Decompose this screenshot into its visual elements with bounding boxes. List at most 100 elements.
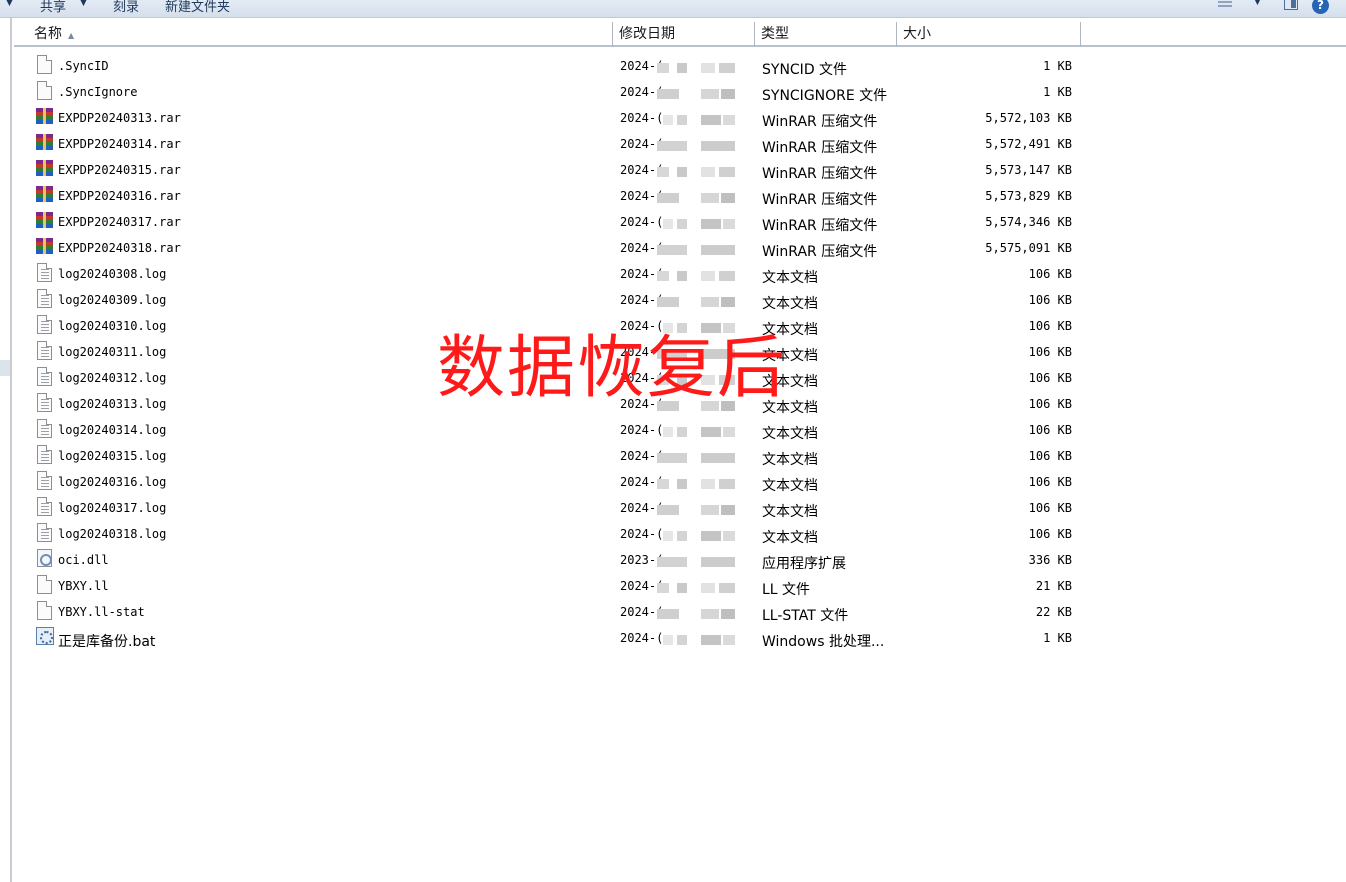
file-type: WinRAR 压缩文件 [762, 114, 878, 130]
file-row[interactable]: log20240308.log 2024-(文本文档 106 KB [0, 263, 1346, 289]
redacted-date-pixels [657, 269, 739, 283]
sort-ascending-icon: ▲ [68, 31, 75, 40]
redacted-date-pixels [657, 243, 739, 257]
new-folder-button[interactable]: 新建文件夹 [165, 0, 230, 15]
file-row[interactable]: EXPDP20240314.rar 2024-(WinRAR 压缩文件 5,572,… [0, 133, 1346, 159]
text-file-icon [36, 419, 54, 441]
redacted-date-pixels [657, 217, 739, 231]
file-name: log20240310.log [58, 319, 167, 333]
file-name: EXPDP20240313.rar [58, 111, 181, 125]
file-size: 1 KB [1043, 59, 1072, 73]
file-row[interactable]: 正是库备份.bat 2024-(Windows 批处理... 1 KB [0, 627, 1346, 653]
redacted-date-pixels [657, 451, 739, 465]
file-row[interactable]: .SyncID 2024-(SYNCID 文件 1 KB [0, 55, 1346, 81]
file-size: 5,573,829 KB [985, 189, 1072, 203]
file-size: 106 KB [1028, 397, 1072, 411]
file-size: 106 KB [1028, 345, 1072, 359]
file-size: 106 KB [1028, 527, 1072, 541]
file-type: 文本文档 [762, 504, 818, 520]
file-size: 106 KB [1028, 267, 1072, 281]
file-row[interactable]: log20240316.log 2024-(文本文档 106 KB [0, 471, 1346, 497]
file-name: log20240311.log [58, 345, 167, 359]
file-size: 5,572,103 KB [985, 111, 1072, 125]
redacted-date-pixels [657, 503, 739, 517]
redacted-date-pixels [657, 87, 739, 101]
redacted-date-pixels [657, 529, 739, 543]
file-name: log20240317.log [58, 501, 167, 515]
winrar-icon [36, 133, 54, 155]
file-size: 106 KB [1028, 319, 1072, 333]
file-size: 1 KB [1043, 85, 1072, 99]
redacted-date-pixels [657, 165, 739, 179]
winrar-icon [36, 185, 54, 207]
column-size[interactable]: 大小 [896, 22, 1080, 47]
file-name: log20240316.log [58, 475, 167, 489]
file-type: 文本文档 [762, 452, 818, 468]
file-row[interactable]: .SyncIgnore 2024-(SYNCIGNORE 文件 1 KB [0, 81, 1346, 107]
redacted-date-pixels [657, 607, 739, 621]
text-file-icon [36, 497, 54, 519]
document-icon [36, 601, 54, 623]
column-name-label: 名称 [34, 26, 62, 42]
file-row[interactable]: EXPDP20240315.rar 2024-(WinRAR 压缩文件 5,573,… [0, 159, 1346, 185]
document-icon [36, 81, 54, 103]
batch-file-icon [36, 627, 54, 649]
file-size: 106 KB [1028, 371, 1072, 385]
file-name: YBXY.ll [58, 579, 109, 593]
column-type[interactable]: 类型 [754, 22, 896, 47]
file-name: YBXY.ll-stat [58, 605, 145, 619]
file-name: .SyncIgnore [58, 85, 138, 99]
file-size: 5,572,491 KB [985, 137, 1072, 151]
file-size: 22 KB [1035, 605, 1072, 619]
text-file-icon [36, 341, 54, 363]
preview-pane-icon[interactable] [1284, 0, 1298, 10]
file-row[interactable]: log20240314.log 2024-(文本文档 106 KB [0, 419, 1346, 445]
file-size: 336 KB [1028, 553, 1072, 567]
redacted-date-pixels [657, 113, 739, 127]
file-row[interactable]: EXPDP20240316.rar 2024-(WinRAR 压缩文件 5,573,… [0, 185, 1346, 211]
file-row[interactable]: EXPDP20240317.rar 2024-(WinRAR 压缩文件 5,574,… [0, 211, 1346, 237]
file-row[interactable]: log20240317.log 2024-(文本文档 106 KB [0, 497, 1346, 523]
file-row[interactable]: YBXY.ll 2024-(LL 文件 21 KB [0, 575, 1346, 601]
redacted-date-pixels [657, 581, 739, 595]
chevron-down-icon[interactable]: ▼ [6, 0, 13, 8]
file-type: WinRAR 压缩文件 [762, 218, 878, 234]
column-date[interactable]: 修改日期 [612, 22, 754, 47]
text-file-icon [36, 289, 54, 311]
winrar-icon [36, 159, 54, 181]
file-type: 文本文档 [762, 426, 818, 442]
help-icon[interactable]: ? [1312, 0, 1329, 14]
redacted-date-pixels [657, 633, 739, 647]
column-divider [1080, 22, 1081, 47]
file-row[interactable]: oci.dll 2023-(应用程序扩展 336 KB [0, 549, 1346, 575]
file-size: 106 KB [1028, 449, 1072, 463]
file-size: 106 KB [1028, 501, 1072, 515]
text-file-icon [36, 367, 54, 389]
share-dropdown-icon[interactable]: ▼ [80, 0, 87, 8]
file-type: WinRAR 压缩文件 [762, 244, 878, 260]
file-name: log20240318.log [58, 527, 167, 541]
file-type: Windows 批处理... [762, 634, 885, 650]
file-type: 文本文档 [762, 296, 818, 312]
file-type: SYNCID 文件 [762, 62, 848, 78]
file-size: 5,573,147 KB [985, 163, 1072, 177]
file-type: 应用程序扩展 [762, 556, 846, 572]
file-size: 5,575,091 KB [985, 241, 1072, 255]
view-options-icon[interactable] [1218, 0, 1232, 8]
redacted-date-pixels [657, 139, 739, 153]
share-button[interactable]: 共享 [40, 0, 66, 15]
text-file-icon [36, 393, 54, 415]
burn-button[interactable]: 刻录 [113, 0, 139, 15]
view-dropdown-icon[interactable]: ▼ [1254, 0, 1261, 7]
file-row[interactable]: log20240315.log 2024-(文本文档 106 KB [0, 445, 1346, 471]
winrar-icon [36, 237, 54, 259]
redacted-date-pixels [657, 295, 739, 309]
document-icon [36, 575, 54, 597]
file-size: 106 KB [1028, 293, 1072, 307]
file-row[interactable]: EXPDP20240318.rar 2024-(WinRAR 压缩文件 5,575,… [0, 237, 1346, 263]
file-row[interactable]: YBXY.ll-stat 2024-(LL-STAT 文件 22 KB [0, 601, 1346, 627]
file-row[interactable]: log20240318.log 2024-(文本文档 106 KB [0, 523, 1346, 549]
file-row[interactable]: EXPDP20240313.rar 2024-(WinRAR 压缩文件 5,572,… [0, 107, 1346, 133]
column-name[interactable]: 名称 ▲ [28, 22, 612, 47]
file-size: 1 KB [1043, 631, 1072, 645]
